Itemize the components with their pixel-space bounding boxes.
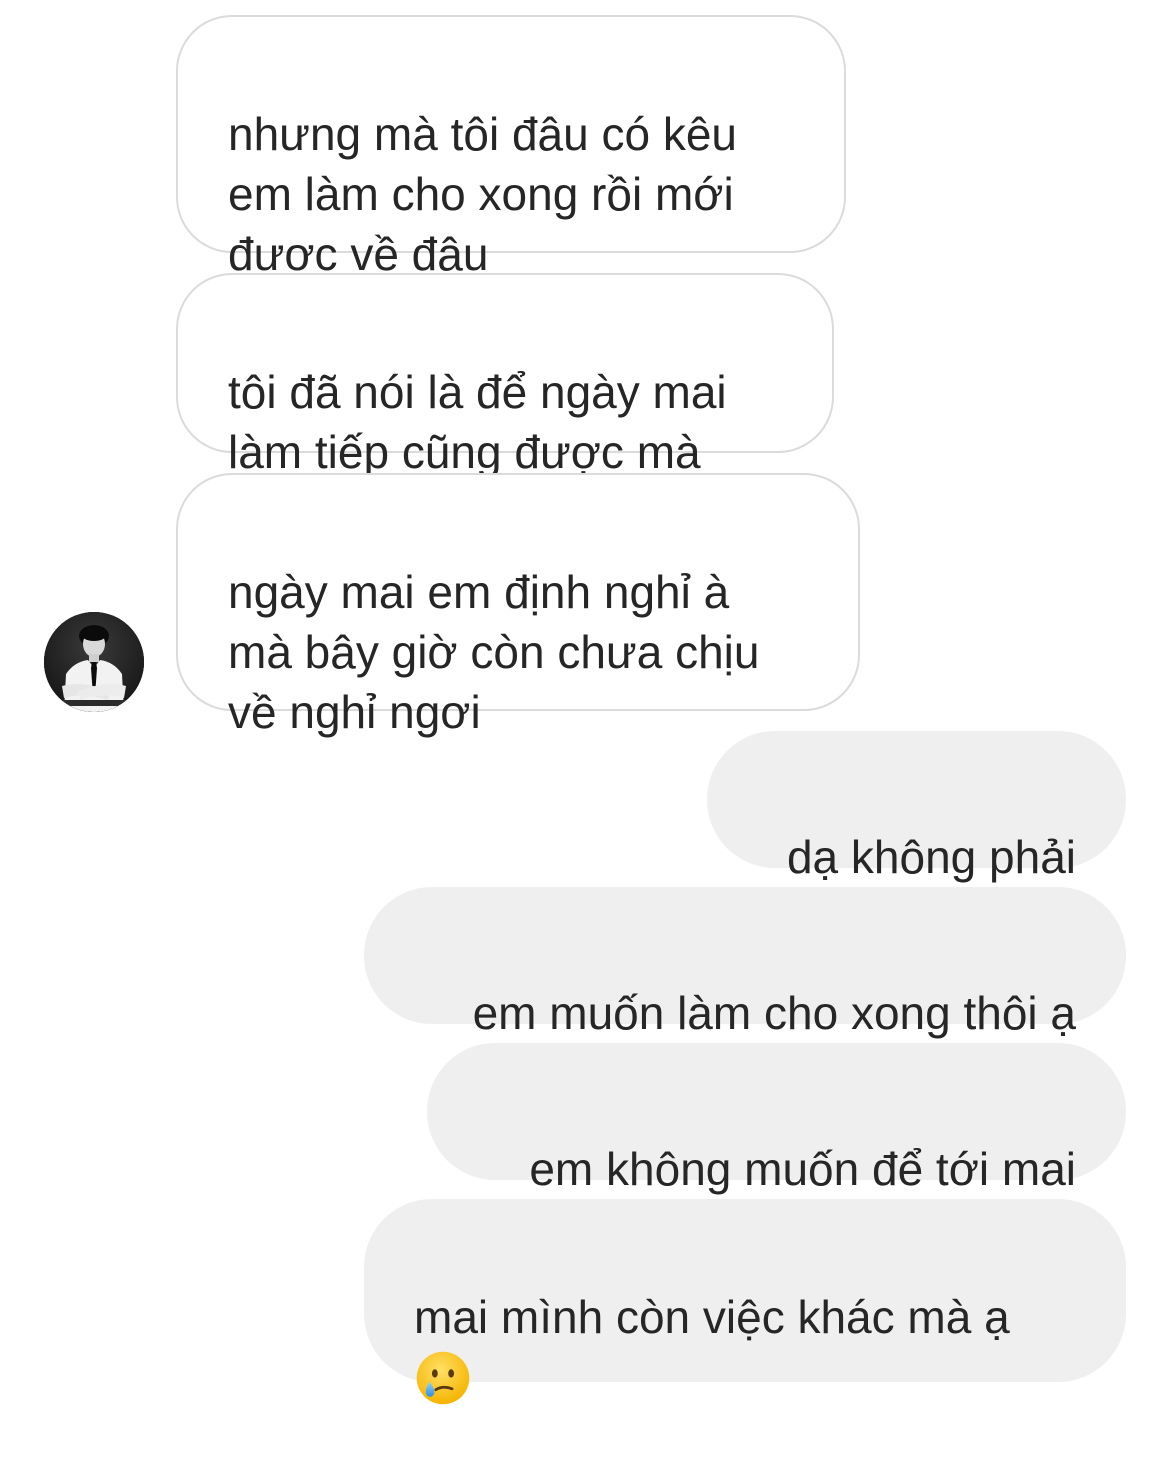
outgoing-message-3[interactable]: em không muốn để tới mai: [427, 1043, 1126, 1195]
message-text: em không muốn để tới mai: [529, 1143, 1076, 1195]
incoming-message-1[interactable]: nhưng mà tôi đâu có kêu em làm cho xong …: [176, 15, 846, 280]
incoming-message-3[interactable]: ngày mai em định nghỉ à mà bây giờ còn c…: [176, 473, 860, 738]
profile-photo-icon: [44, 612, 144, 712]
outgoing-message-2[interactable]: em muốn làm cho xong thôi ạ: [364, 887, 1126, 1039]
message-text: em muốn làm cho xong thôi ạ: [472, 987, 1076, 1039]
message-text: nhưng mà tôi đâu có kêu em làm cho xong …: [228, 108, 738, 280]
outgoing-message-1[interactable]: dạ không phải: [707, 731, 1126, 883]
sad-tear-face-icon: [416, 1351, 470, 1405]
outgoing-message-4[interactable]: mai mình còn việc khác mà ạ: [364, 1199, 1126, 1405]
message-text: mai mình còn việc khác mà ạ: [414, 1291, 1010, 1343]
message-text: dạ không phải: [786, 831, 1076, 883]
sender-avatar[interactable]: [44, 612, 144, 712]
message-text: ngày mai em định nghỉ à mà bây giờ còn c…: [228, 566, 760, 738]
incoming-message-2[interactable]: tôi đã nói là để ngày mai làm tiếp cũng …: [176, 273, 834, 478]
message-text: tôi đã nói là để ngày mai làm tiếp cũng …: [228, 366, 727, 478]
